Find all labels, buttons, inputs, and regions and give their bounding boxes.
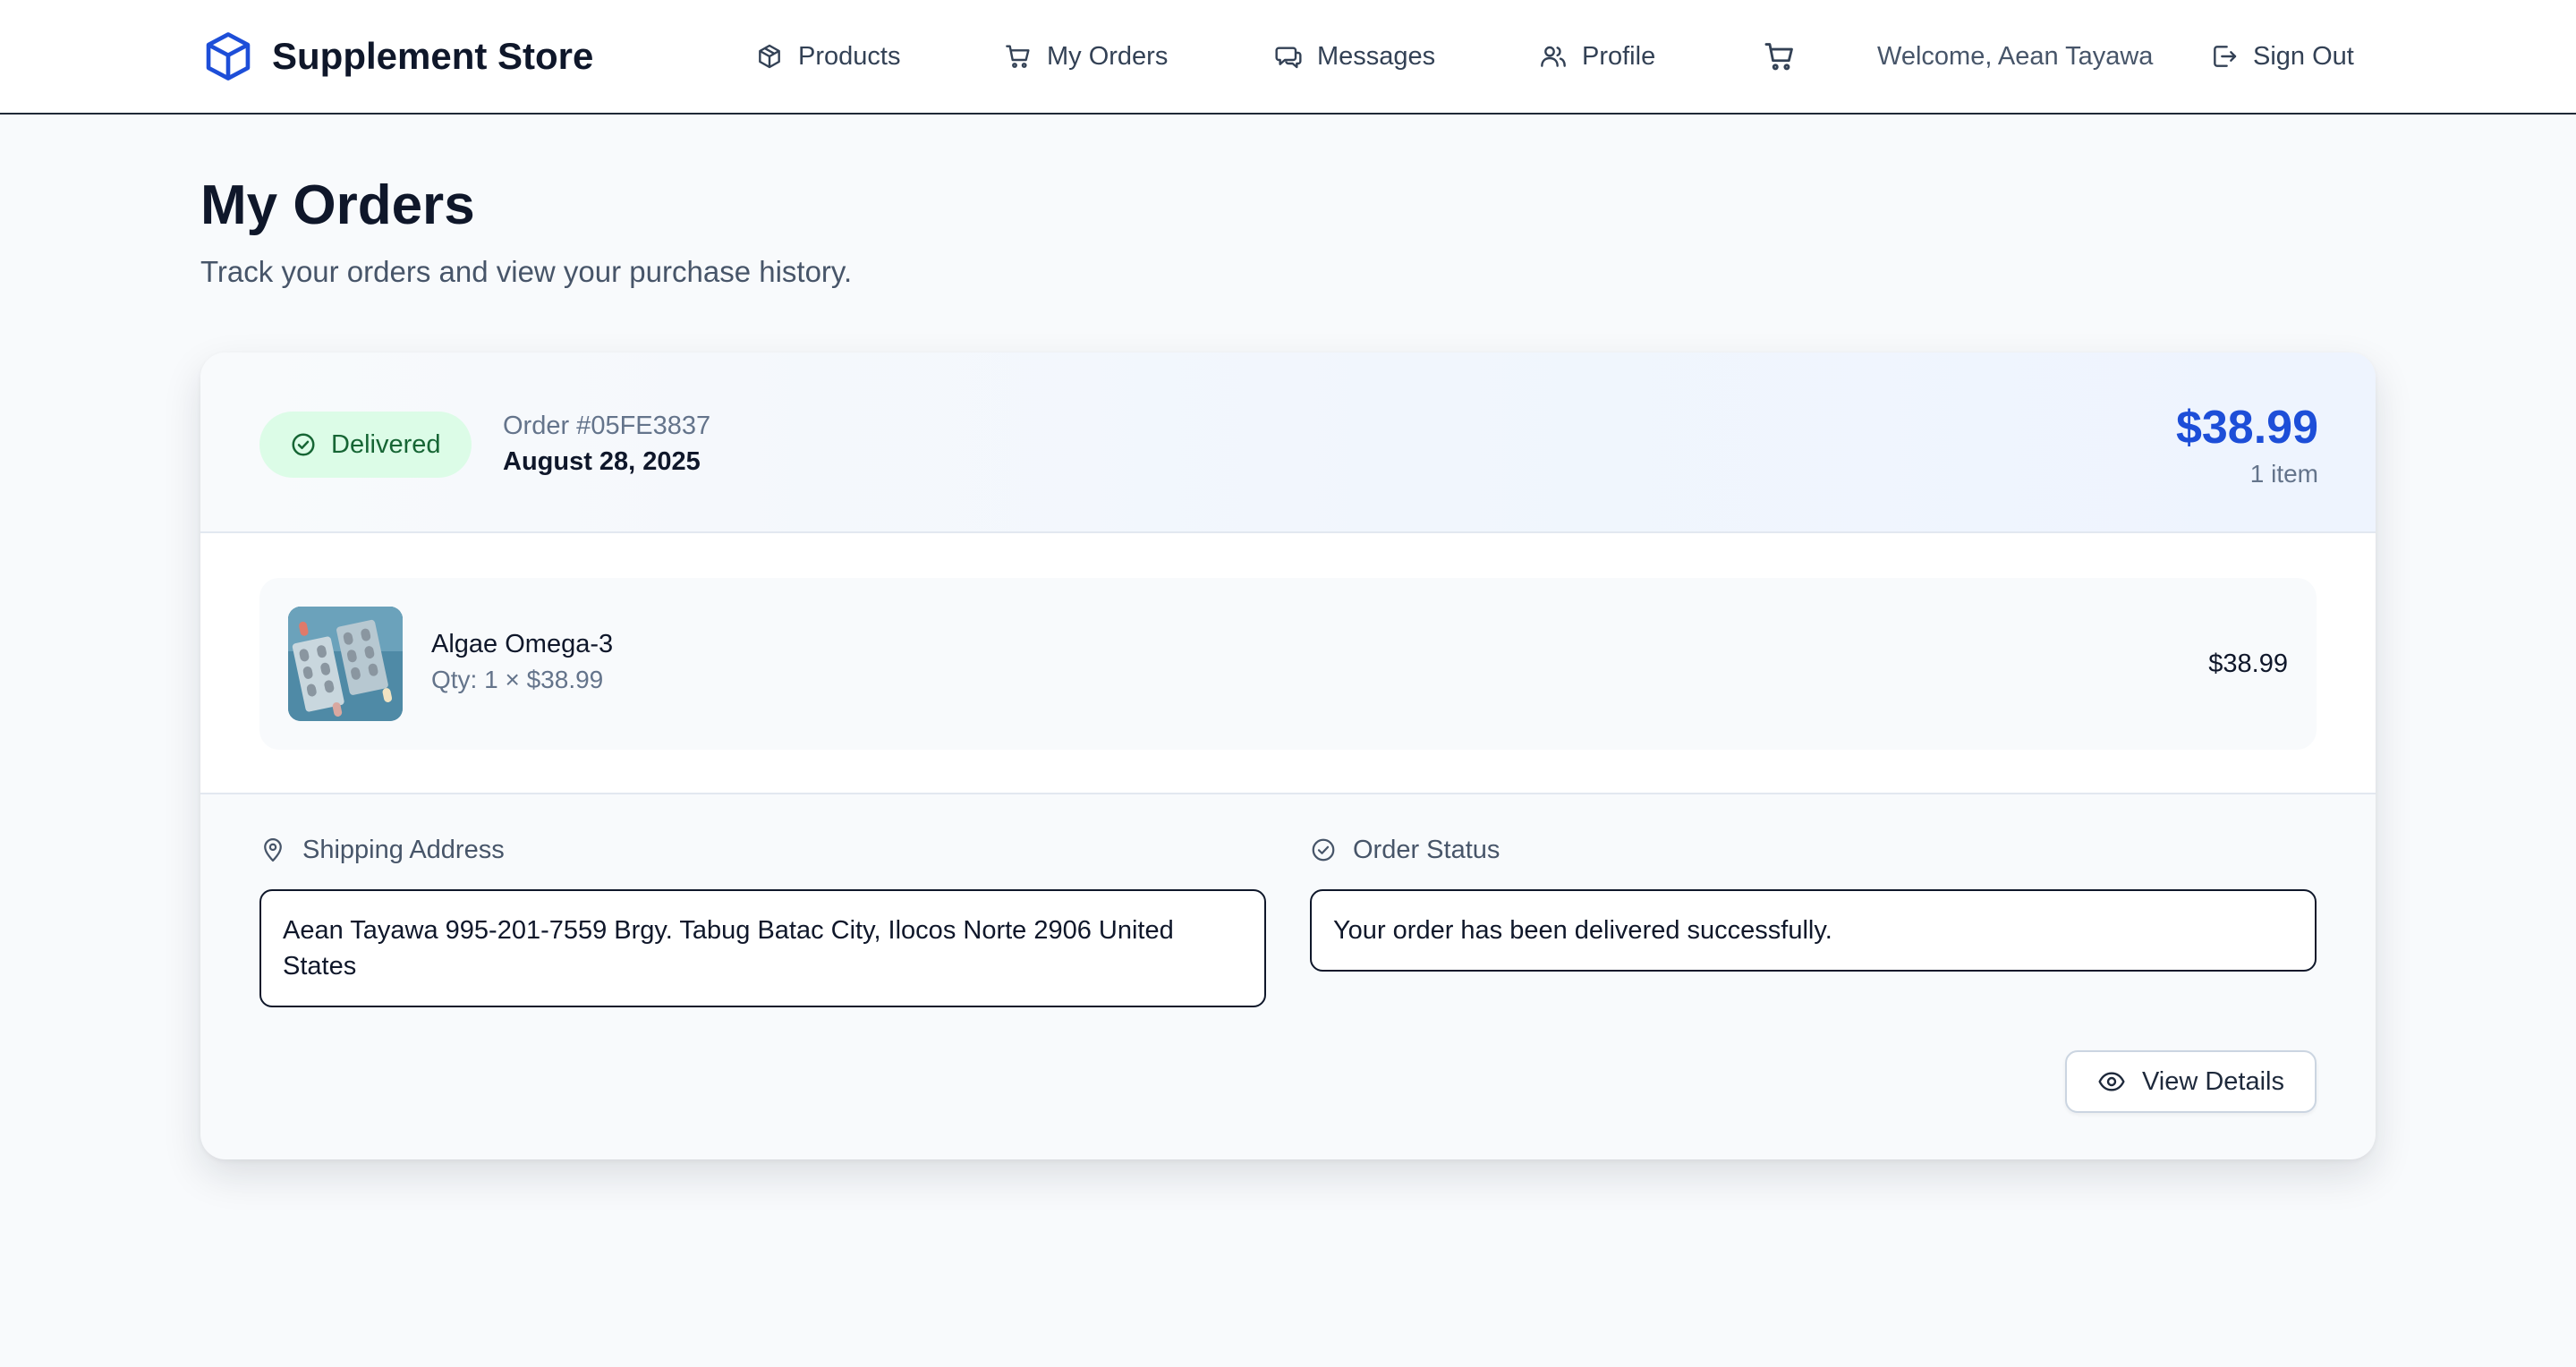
order-number: Order #05FE3837 (503, 412, 711, 440)
logout-icon (2214, 46, 2237, 67)
users-icon (1541, 46, 1566, 67)
sign-out-button[interactable]: Sign Out (2210, 34, 2354, 79)
order-status-box: Your order has been delivered successful… (1310, 889, 2317, 972)
nav-products[interactable]: Products (755, 34, 900, 79)
check-circle-icon (292, 433, 315, 456)
map-pin-icon (264, 838, 282, 862)
shipping-address-heading: Shipping Address (302, 835, 505, 864)
order-status-heading: Order Status (1353, 835, 1501, 864)
check-circle-icon (1312, 838, 1335, 862)
product-image (288, 607, 403, 721)
nav-profile-label: Profile (1582, 41, 1656, 71)
shipping-address-box: Aean Tayawa 995-201-7559 Brgy. Tabug Bat… (259, 889, 1266, 1007)
brand-name: Supplement Store (272, 35, 594, 77)
order-item-row: Algae Omega-3 Qty: 1 × $38.99 $38.99 (259, 578, 2317, 750)
chat-icon (1275, 47, 1302, 69)
order-date: August 28, 2025 (503, 447, 701, 476)
status-badge: Delivered (259, 412, 472, 478)
cart-button[interactable] (1763, 34, 1797, 79)
cart-icon (1006, 45, 1030, 68)
order-total: $38.99 (2175, 402, 2318, 454)
item-quantity: Qty: 1 × $38.99 (431, 666, 604, 693)
nav-my-orders-label: My Orders (1047, 41, 1169, 71)
nav-my-orders[interactable]: My Orders (1004, 34, 1168, 79)
page-title: My Orders (200, 174, 475, 236)
view-details-label: View Details (2141, 1066, 2284, 1096)
order-card-header: Delivered Order #05FE3837 August 28, 202… (200, 352, 2376, 533)
eye-icon (2098, 1072, 2125, 1091)
order-item-count: 1 item (2249, 460, 2318, 488)
order-status-label: Order Status (1310, 830, 1500, 870)
sign-out-label: Sign Out (2253, 41, 2354, 71)
status-badge-label: Delivered (331, 429, 441, 459)
order-info: Shipping Address Order Status Aean Tayaw… (200, 794, 2376, 1159)
top-navbar: Supplement Store Products My Orders Mess… (0, 0, 2576, 115)
item-name: Algae Omega-3 (431, 630, 614, 658)
order-card: Delivered Order #05FE3837 August 28, 202… (200, 352, 2376, 1159)
package-icon (759, 44, 780, 69)
view-details-button[interactable]: View Details (2064, 1050, 2317, 1113)
item-price: $38.99 (2208, 650, 2288, 678)
nav-messages[interactable]: Messages (1274, 34, 1435, 79)
cube-icon (206, 32, 251, 81)
nav-products-label: Products (798, 41, 901, 71)
welcome-text: Welcome, Aean Tayawa (1877, 41, 2154, 71)
nav-messages-label: Messages (1317, 41, 1436, 71)
brand-logo-link[interactable]: Supplement Store (200, 29, 593, 84)
page-subtitle: Track your orders and view your purchase… (200, 255, 853, 288)
shipping-address-label: Shipping Address (259, 830, 505, 870)
nav-profile[interactable]: Profile (1539, 34, 1655, 79)
cart-icon (1764, 43, 1793, 71)
order-items: Algae Omega-3 Qty: 1 × $38.99 $38.99 (200, 533, 2376, 794)
